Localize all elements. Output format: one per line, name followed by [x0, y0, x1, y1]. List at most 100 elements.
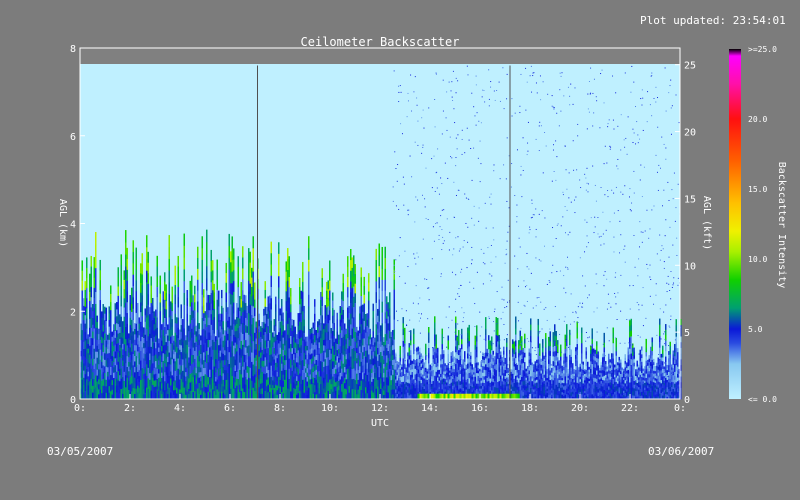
heatmap-cell [315, 349, 317, 356]
heatmap-cell [182, 359, 184, 366]
heatmap-cell [296, 334, 298, 340]
heatmap-cell [288, 358, 290, 369]
heatmap-cell [410, 384, 412, 390]
heatmap-cell [470, 351, 472, 356]
heatmap-cell [432, 369, 434, 374]
heatmap-cell [374, 346, 376, 352]
heatmap-cell [312, 371, 314, 378]
heatmap-cell [447, 344, 449, 350]
heatmap-cell [128, 333, 130, 339]
heatmap-cell [383, 376, 385, 382]
heatmap-cell [342, 273, 344, 284]
heatmap-cell [123, 334, 125, 345]
heatmap-cell [242, 322, 244, 334]
heatmap-cell [110, 350, 112, 359]
heatmap-cell [555, 345, 557, 351]
heatmap-cell [609, 387, 611, 391]
heatmap-cell [246, 339, 248, 347]
heatmap-cell [87, 366, 89, 372]
heatmap-cell [498, 362, 500, 368]
heatmap-cell [269, 354, 271, 363]
heatmap-cell [197, 366, 199, 378]
heatmap-cell [114, 337, 116, 345]
heatmap-cell [591, 388, 593, 395]
heatmap-cell [201, 317, 203, 330]
heatmap-cell [146, 246, 148, 259]
heatmap-cell [525, 368, 527, 372]
heatmap-cell [107, 376, 109, 382]
heatmap-cell [231, 271, 233, 284]
heatmap-cell [176, 334, 178, 342]
heatmap-cell [570, 367, 572, 372]
heatmap-cell [213, 357, 215, 367]
heatmap-cell [149, 359, 151, 367]
heatmap-cell [477, 378, 479, 382]
heatmap-cell [173, 340, 175, 346]
heatmap-cell [236, 309, 238, 318]
heatmap-cell [114, 351, 116, 359]
heatmap-cell [86, 267, 88, 279]
heatmap-cell [237, 388, 239, 400]
heatmap-cell [314, 341, 316, 350]
heatmap-cell [444, 388, 446, 392]
heatmap-cell [158, 355, 160, 361]
heatmap-cell [216, 359, 218, 370]
heatmap-cell [503, 365, 505, 370]
heatmap-cell [401, 394, 403, 397]
heatmap-cell [563, 366, 565, 371]
heatmap-cell [605, 380, 607, 384]
heatmap-cell [278, 387, 280, 400]
heatmap-cell [518, 386, 520, 391]
heatmap-cell [81, 280, 83, 291]
heatmap-cell [518, 382, 520, 387]
heatmap-cell [597, 354, 599, 359]
heatmap-cell [140, 311, 142, 322]
heatmap-cell [572, 365, 574, 369]
heatmap-cell [264, 323, 266, 333]
heatmap-cell [155, 360, 157, 368]
heatmap-cell [287, 323, 289, 335]
heatmap-cell [120, 337, 122, 348]
heatmap-cell [150, 320, 152, 330]
heatmap-cell [378, 343, 380, 355]
heatmap-cell [243, 324, 245, 333]
heatmap-cell [153, 330, 155, 337]
heatmap-cell [114, 310, 116, 318]
heatmap-cell [92, 371, 94, 380]
heatmap-cell [594, 367, 596, 372]
heatmap-cell [270, 264, 272, 276]
heatmap-cell [492, 361, 494, 365]
heatmap-cell [357, 369, 359, 375]
heatmap-cell [524, 347, 526, 353]
heatmap-cell [554, 388, 556, 395]
heatmap-cell [192, 369, 194, 378]
heatmap-cell [279, 379, 281, 387]
heatmap-cell [383, 337, 385, 342]
heatmap-cell [357, 335, 359, 341]
heatmap-cell [171, 310, 173, 320]
heatmap-cell [321, 277, 323, 288]
heatmap-cell [269, 391, 271, 400]
heatmap-cell [575, 365, 577, 370]
heatmap-cell [497, 323, 499, 330]
heatmap-cell [213, 283, 215, 293]
heatmap-cell [152, 341, 154, 349]
heatmap-cell [537, 376, 539, 383]
heatmap-cell [117, 370, 119, 381]
heatmap-cell [482, 389, 484, 393]
heatmap-cell [230, 304, 232, 316]
heatmap-cell [333, 360, 335, 368]
heatmap-cell [614, 386, 616, 390]
heatmap-cell [158, 373, 160, 378]
heatmap-cell [579, 371, 581, 375]
heatmap-cell [462, 379, 464, 383]
heatmap-cell [572, 391, 574, 395]
heatmap-cell [303, 379, 305, 387]
heatmap-cell [380, 388, 382, 395]
heatmap-cell [200, 339, 202, 345]
heatmap-cell [354, 389, 356, 400]
heatmap-cell [155, 373, 157, 381]
heatmap-cell [294, 367, 296, 374]
heatmap-cell [375, 302, 377, 314]
heatmap-cell [288, 388, 290, 400]
